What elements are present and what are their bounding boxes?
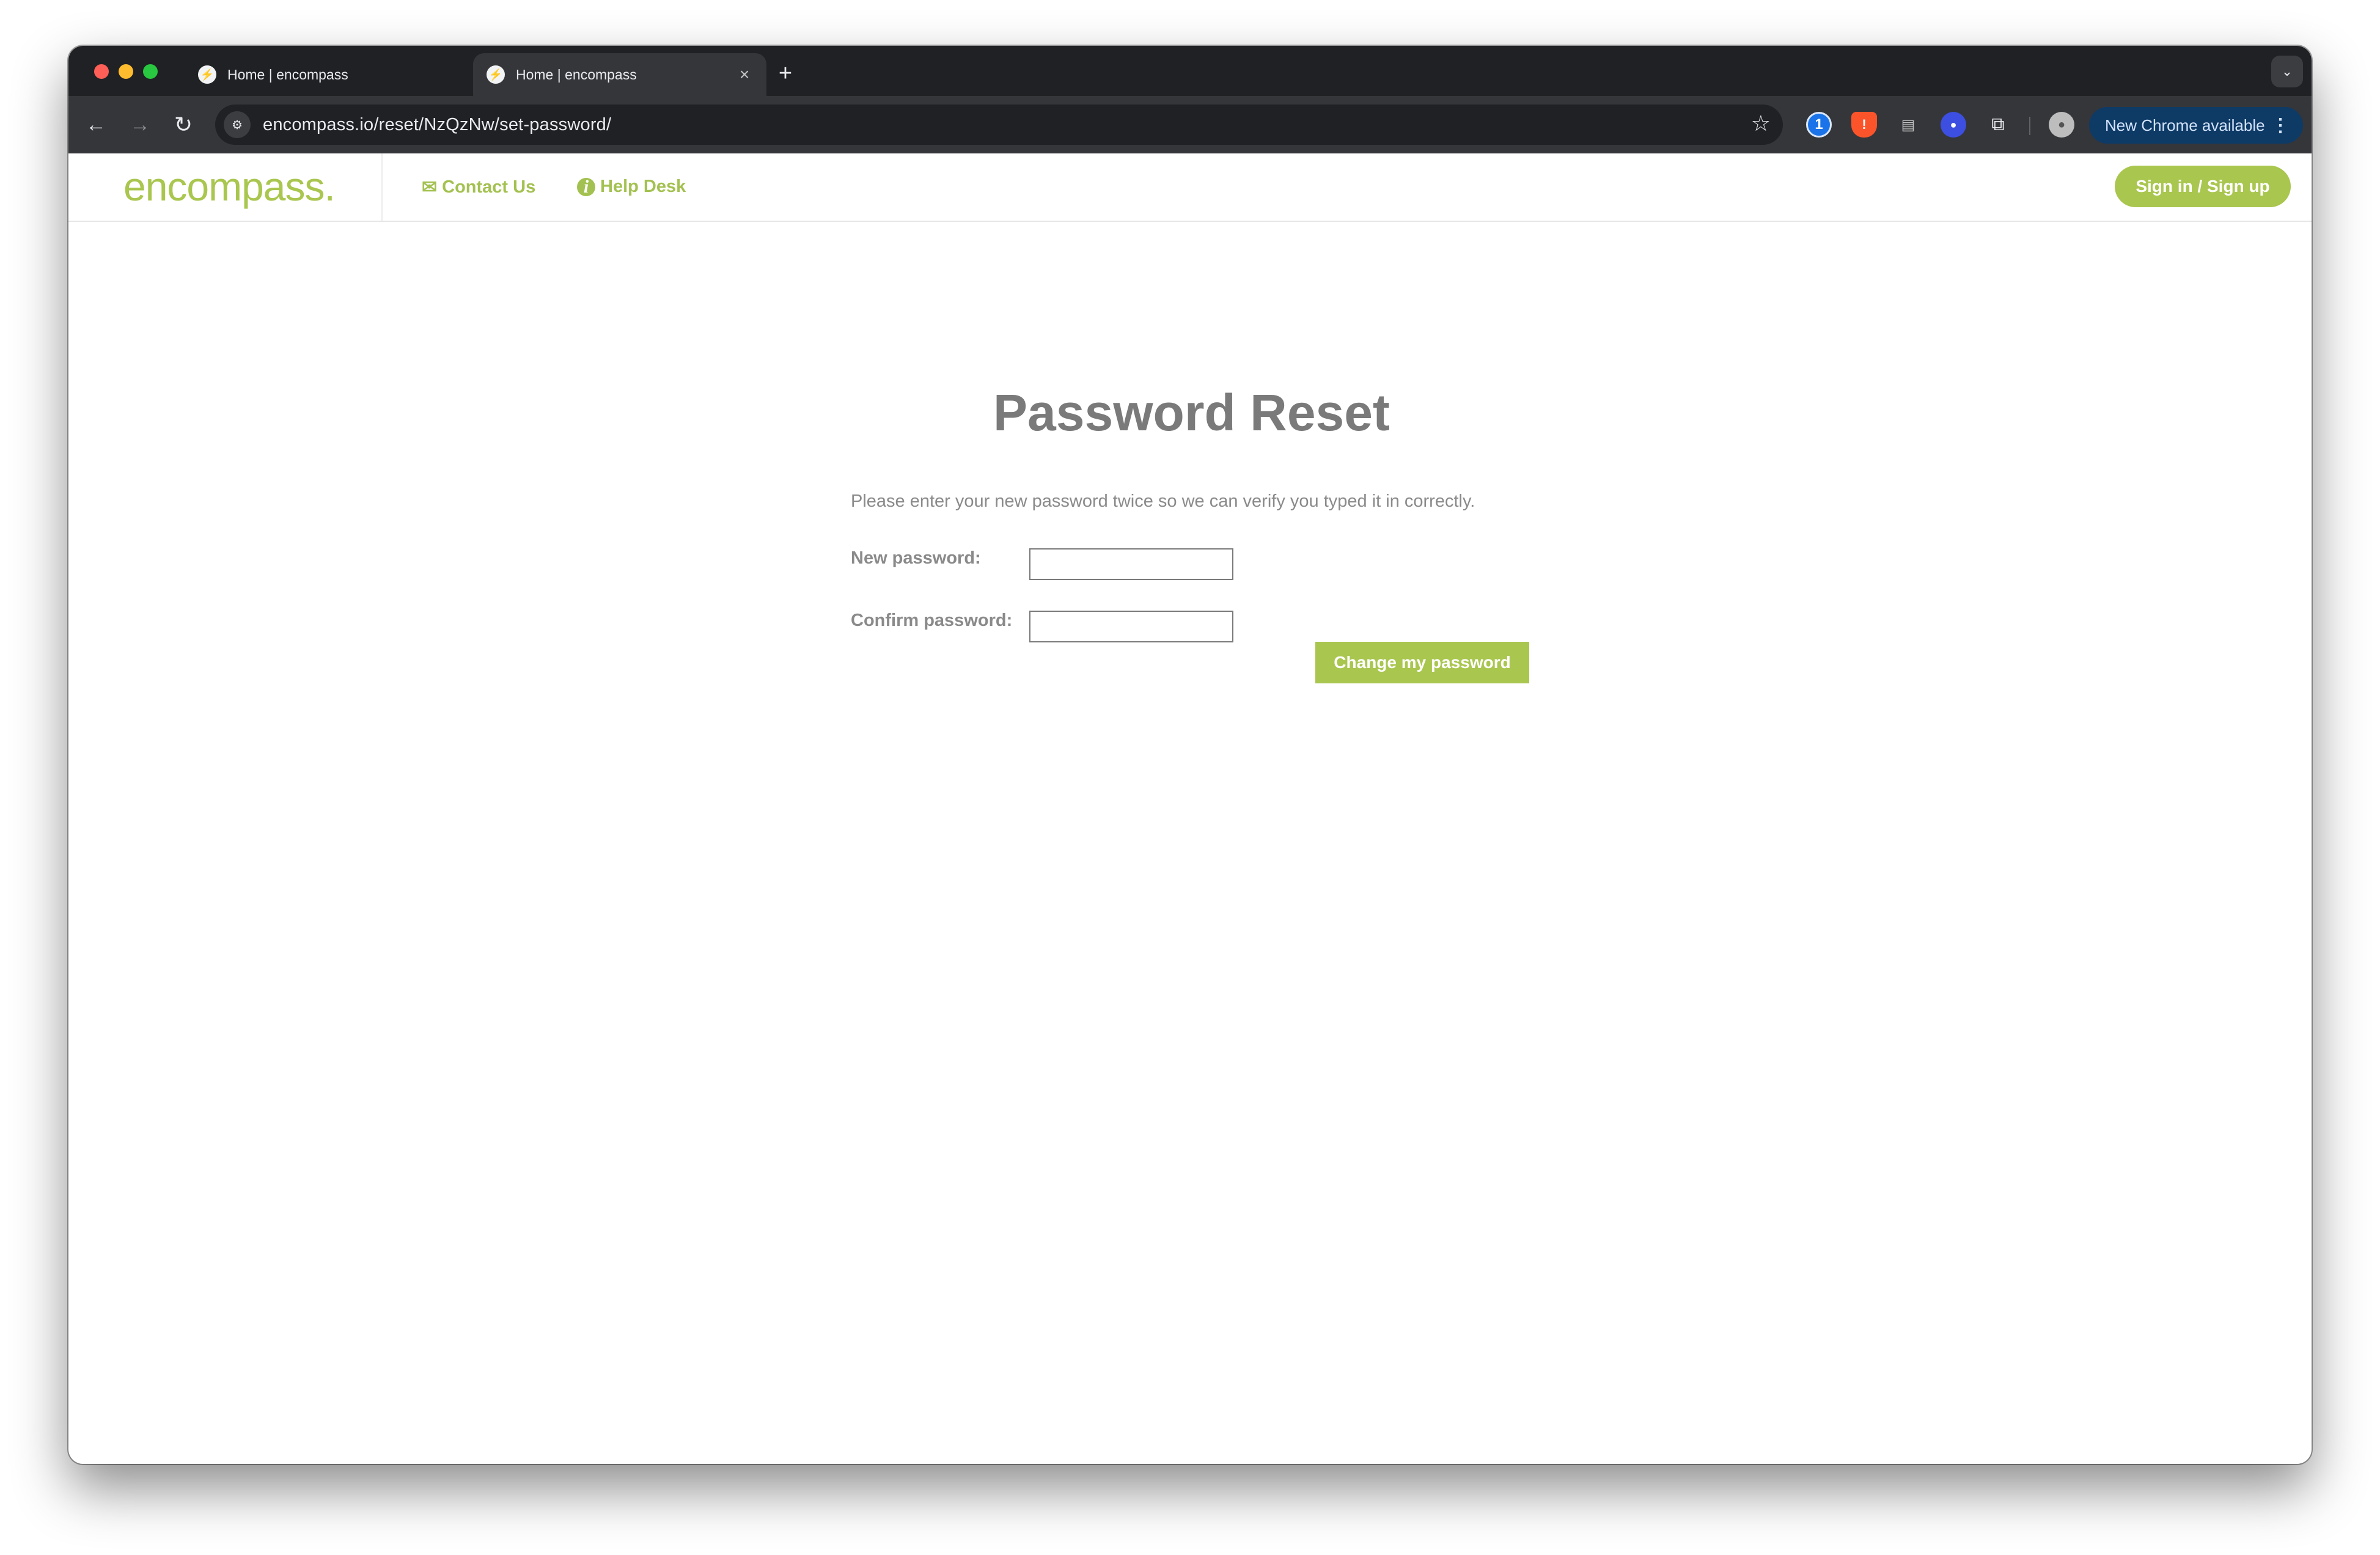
stack-extension-icon[interactable]: ▤: [1895, 112, 1921, 138]
new-password-label: New password:: [851, 548, 981, 568]
help-desk-link[interactable]: i Help Desk: [577, 177, 686, 197]
address-bar[interactable]: ⚙ encompass.io/reset/NzQzNw/set-password…: [215, 105, 1783, 145]
close-window-button[interactable]: [94, 64, 109, 79]
minimize-window-button[interactable]: [119, 64, 133, 79]
close-tab-icon[interactable]: ×: [733, 65, 755, 84]
change-password-button[interactable]: Change my password: [1315, 642, 1529, 683]
circle-extension-icon[interactable]: ●: [1941, 112, 1966, 138]
bookmark-star-icon[interactable]: ☆: [1751, 111, 1771, 136]
profile-avatar[interactable]: ●: [2049, 112, 2074, 138]
encompass-favicon-icon: ⚡: [198, 65, 216, 84]
url-text[interactable]: encompass.io/reset/NzQzNw/set-password/: [263, 115, 611, 135]
intro-text: Please enter your new password twice so …: [851, 491, 1475, 511]
confirm-password-label: Confirm password:: [851, 611, 1013, 630]
reload-icon[interactable]: ↻: [168, 109, 199, 140]
page-title: Password Reset: [993, 384, 1390, 441]
header-divider: [381, 153, 383, 221]
help-desk-label: Help Desk: [600, 177, 686, 196]
toolbar-divider: [2029, 117, 2030, 135]
info-icon: i: [577, 177, 595, 197]
envelope-icon: ✉: [422, 177, 438, 197]
back-arrow-icon[interactable]: ←: [81, 109, 111, 140]
contact-us-label: Contact Us: [442, 177, 536, 197]
sign-in-button[interactable]: Sign in / Sign up: [2115, 166, 2291, 207]
chrome-update-button[interactable]: New Chrome available ⋮: [2089, 107, 2303, 144]
extensions-puzzle-icon[interactable]: ⧉: [1985, 112, 2011, 138]
new-tab-button[interactable]: +: [770, 58, 801, 89]
forward-arrow-icon[interactable]: →: [125, 109, 155, 140]
more-menu-icon: ⋮: [2271, 115, 2290, 136]
password-manager-extension-icon[interactable]: 1: [1806, 112, 1832, 138]
new-password-input[interactable]: [1029, 548, 1233, 580]
browser-window: ⚡ Home | encompass × ⚡ Home | encompass …: [68, 46, 2312, 1464]
tab-title: Home | encompass: [227, 66, 348, 83]
encompass-favicon-icon: ⚡: [487, 65, 505, 84]
chrome-update-label: New Chrome available: [2105, 116, 2265, 134]
zoom-window-button[interactable]: [143, 64, 158, 79]
confirm-password-input[interactable]: [1029, 611, 1233, 642]
tab-search-chevron-icon[interactable]: ⌄: [2271, 56, 2303, 87]
contact-us-link[interactable]: ✉ Contact Us: [422, 177, 535, 198]
site-settings-icon[interactable]: ⚙: [224, 111, 251, 138]
tab-strip: ⚡ Home | encompass × ⚡ Home | encompass …: [68, 46, 2312, 96]
browser-toolbar: ← → ↻ ⚙ encompass.io/reset/NzQzNw/set-pa…: [68, 96, 2312, 153]
site-header: encompass. ✉ Contact Us i Help Desk Sign…: [68, 153, 2312, 222]
shield-extension-icon[interactable]: !: [1851, 112, 1877, 138]
site-logo[interactable]: encompass.: [123, 163, 336, 210]
browser-tab-active[interactable]: ⚡ Home | encompass ×: [473, 53, 766, 96]
tab-title: Home | encompass: [516, 66, 637, 83]
